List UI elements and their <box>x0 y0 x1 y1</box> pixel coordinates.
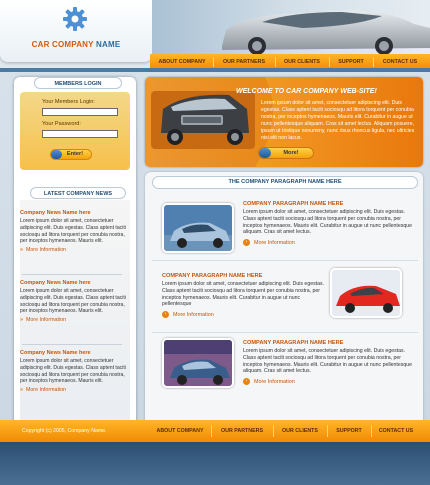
article-thumbnail[interactable] <box>330 268 402 318</box>
article: COMPANY PARAGRAPH NAME HERE Lorem ipsum … <box>243 201 419 247</box>
article-title[interactable]: COMPANY PARAGRAPH NAME HERE <box>162 273 328 279</box>
page: CAR COMPANY NAME ABOUT COMPANY OUR PARTN… <box>0 0 430 485</box>
article-more-link[interactable]: › More Information <box>243 378 419 386</box>
arrow-right-icon: › <box>162 311 169 319</box>
news-item-title[interactable]: Company News Name here <box>20 280 126 286</box>
article-more-label: More Information <box>254 379 295 386</box>
news-item: Company News Name here Lorem ipsum dolor… <box>20 210 126 253</box>
news-item-body: Lorem ipsum dolor sit amet, consectetuer… <box>20 218 126 245</box>
article-title[interactable]: COMPANY PARAGRAPH NAME HERE <box>243 340 419 346</box>
news-divider <box>22 344 122 345</box>
news-more-link[interactable]: » More Information <box>20 317 126 323</box>
double-arrow-icon: » <box>20 387 23 394</box>
article-thumbnail[interactable] <box>162 338 234 388</box>
news-item-body: Lorem ipsum dolor sit amet, consectetuer… <box>20 358 126 385</box>
welcome-body: Lorem ipsum dolor sit amet, consectetuer… <box>261 100 415 141</box>
red-car-image <box>332 270 400 316</box>
circle-arrow-icon <box>259 148 271 158</box>
footer-nav-contact-us[interactable]: CONTACT US <box>372 420 420 442</box>
footer-nav-support[interactable]: SUPPORT <box>328 420 370 442</box>
article-title[interactable]: COMPANY PARAGRAPH NAME HERE <box>243 201 419 207</box>
members-login-title: MEMBERS LOGIN <box>34 77 122 89</box>
footer-nav-our-partners[interactable]: OUR PARTNERS <box>212 420 272 442</box>
enter-button[interactable]: Enter! <box>50 149 92 160</box>
news-divider <box>22 274 122 275</box>
news-item-body: Lorem ipsum dolor sit amet, consectetuer… <box>20 288 126 315</box>
circle-arrow-icon <box>51 150 62 159</box>
news-more-link[interactable]: » More Information <box>20 387 126 393</box>
article-body: Lorem ipsum dolor sit amet, consectetuer… <box>162 281 325 308</box>
article-more-link[interactable]: › More Information <box>162 311 328 319</box>
username-label: Your Members Login: <box>42 99 95 105</box>
latest-news-title: LATEST COMPANY NEWS <box>30 187 126 199</box>
bottom-band <box>0 442 430 485</box>
article: COMPANY PARAGRAPH NAME HERE Lorem ipsum … <box>162 273 328 319</box>
enter-button-label: Enter! <box>66 151 84 157</box>
password-label: Your Password: <box>42 121 81 127</box>
news-more-label: More Information <box>25 247 66 254</box>
article-divider <box>152 260 418 261</box>
article-thumbnail[interactable] <box>162 203 234 253</box>
blue-car-image <box>164 205 232 251</box>
article-more-label: More Information <box>173 312 214 319</box>
header-car-photo <box>152 0 430 54</box>
brand-part1: CAR COMPANY <box>31 40 94 49</box>
welcome-title: WELCOME TO CAR COMPANY WEB-SITE! <box>236 88 377 95</box>
more-button-label: More! <box>283 150 299 156</box>
silver-car-image <box>152 0 430 54</box>
username-field[interactable] <box>42 108 118 116</box>
article-divider <box>152 332 418 333</box>
double-arrow-icon: » <box>20 247 23 254</box>
article-more-label: More Information <box>254 240 295 247</box>
article-body: Lorem ipsum dolor sit amet, consectetuer… <box>243 209 412 236</box>
brand-part2: NAME <box>96 40 121 49</box>
footer-nav-our-clients[interactable]: OUR CLIENTS <box>274 420 326 442</box>
news-more-label: More Information <box>25 317 66 324</box>
more-button[interactable]: More! <box>258 147 314 159</box>
news-more-link[interactable]: » More Information <box>20 247 126 253</box>
news-more-label: More Information <box>25 387 66 394</box>
double-arrow-icon: » <box>20 317 23 324</box>
content-heading: THE COMPANY PARAGRAPH NAME HERE <box>152 176 418 189</box>
gear-icon <box>63 7 87 31</box>
news-item: Company News Name here Lorem ipsum dolor… <box>20 350 126 393</box>
article-body: Lorem ipsum dolor sit amet, consectetuer… <box>243 348 412 375</box>
arrow-right-icon: › <box>243 378 250 386</box>
news-item: Company News Name here Lorem ipsum dolor… <box>20 280 126 323</box>
password-field[interactable] <box>42 130 118 138</box>
article-more-link[interactable]: › More Information <box>243 239 419 247</box>
showroom-car-image <box>164 340 232 386</box>
logo-box[interactable]: CAR COMPANY NAME <box>0 0 152 62</box>
arrow-right-icon: › <box>243 239 250 247</box>
news-item-title[interactable]: Company News Name here <box>20 210 126 216</box>
footer-copyright: Copyright (c) 2005, Company Name. <box>22 428 107 434</box>
article: COMPANY PARAGRAPH NAME HERE Lorem ipsum … <box>243 340 419 386</box>
footer-nav-about-company[interactable]: ABOUT COMPANY <box>150 420 210 442</box>
news-item-title[interactable]: Company News Name here <box>20 350 126 356</box>
header-stripe <box>0 68 430 72</box>
logo-text: CAR COMPANY NAME <box>0 40 152 49</box>
